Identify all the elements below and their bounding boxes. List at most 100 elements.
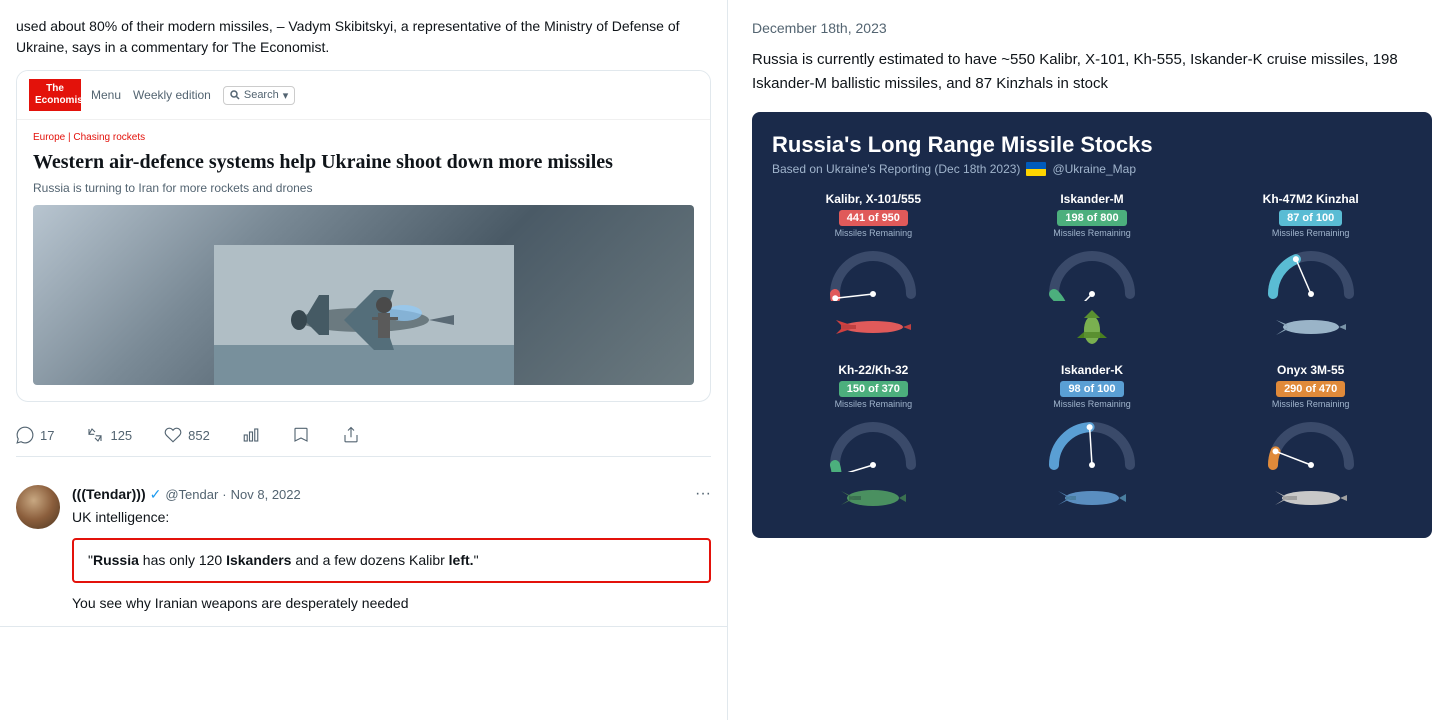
second-tweet: (((Tendar))) ✓ @Tendar · Nov 8, 2022 ···… — [0, 473, 727, 627]
gauge-chart — [823, 417, 923, 472]
missile-image — [833, 478, 913, 518]
infographic-subtitle: Based on Ukraine's Reporting (Dec 18th 2… — [772, 162, 1412, 176]
missile-item: Iskander-K 98 of 100 Missiles Remaining — [991, 363, 1194, 518]
article-title[interactable]: Western air-defence systems help Ukraine… — [33, 149, 694, 175]
heart-icon — [164, 426, 182, 444]
retweet-action[interactable]: 125 — [86, 426, 132, 444]
views-action[interactable] — [242, 426, 260, 444]
economist-embed-card: The Economist Menu Weekly edition Search… — [16, 70, 711, 402]
missile-badge: 441 of 950 — [839, 210, 908, 226]
tweet-handle: @Tendar — [165, 487, 218, 502]
missile-item: Iskander-M 198 of 800 Missiles Remaining — [991, 192, 1194, 347]
missile-name: Kh-47M2 Kinzhal — [1263, 192, 1359, 206]
bold-left: left. — [449, 552, 474, 568]
missile-name: Onyx 3M-55 — [1277, 363, 1344, 377]
right-description: Russia is currently estimated to have ~5… — [752, 48, 1432, 96]
tweet-author: (((Tendar))) — [72, 486, 146, 502]
retweet-count: 125 — [110, 428, 132, 443]
missile-name: Iskander-M — [1060, 192, 1123, 206]
gauge-svg — [1042, 417, 1142, 472]
missile-grid: Kalibr, X-101/555 441 of 950 Missiles Re… — [772, 192, 1412, 518]
tweet-avatar — [16, 485, 60, 529]
nav-edition[interactable]: Weekly edition — [133, 88, 211, 102]
missile-item: Kalibr, X-101/555 441 of 950 Missiles Re… — [772, 192, 975, 347]
missiles-remaining-label: Missiles Remaining — [1272, 228, 1350, 238]
missile-image — [1052, 478, 1132, 518]
gauge-chart — [1261, 246, 1361, 301]
left-panel: used about 80% of their modern missiles,… — [0, 0, 728, 720]
missile-infographic: Russia's Long Range Missile Stocks Based… — [752, 112, 1432, 538]
tweet-bottom-text: You see why Iranian weapons are desperat… — [72, 593, 711, 614]
missile-image — [1271, 307, 1351, 347]
missiles-remaining-label: Missiles Remaining — [835, 228, 913, 238]
missile-item: Kh-22/Kh-32 150 of 370 Missiles Remainin… — [772, 363, 975, 518]
missile-name: Kalibr, X-101/555 — [826, 192, 921, 206]
embed-nav: Menu Weekly edition Search ▾ — [91, 86, 295, 105]
article-subtitle: Russia is turning to Iran for more rocke… — [33, 181, 694, 195]
missile-badge: 198 of 800 — [1057, 210, 1126, 226]
gauge-svg — [1261, 246, 1361, 301]
tweet-label: UK intelligence: — [72, 507, 711, 528]
infographic-title: Russia's Long Range Missile Stocks — [772, 132, 1412, 158]
gauge-svg — [823, 417, 923, 472]
reply-count: 17 — [40, 428, 54, 443]
reply-action[interactable]: 17 — [16, 426, 54, 444]
jet-image-svg — [214, 245, 514, 385]
like-action[interactable]: 852 — [164, 426, 210, 444]
bold-iskanders: Iskanders — [226, 552, 291, 568]
gauge-svg — [1261, 417, 1361, 472]
tweet-intro-text: used about 80% of their modern missiles,… — [16, 16, 711, 58]
right-date: December 18th, 2023 — [752, 20, 1432, 36]
top-tweet-section: used about 80% of their modern missiles,… — [0, 0, 727, 457]
ukraine-flag-icon — [1026, 162, 1046, 176]
missile-item: Onyx 3M-55 290 of 470 Missiles Remaining — [1209, 363, 1412, 518]
right-panel: December 18th, 2023 Russia is currently … — [728, 0, 1456, 720]
missile-badge: 87 of 100 — [1279, 210, 1342, 226]
economist-logo: The Economist — [29, 79, 81, 111]
share-action[interactable] — [342, 426, 360, 444]
gauge-chart — [823, 246, 923, 301]
like-count: 852 — [188, 428, 210, 443]
missile-badge: 150 of 370 — [839, 381, 908, 397]
missiles-remaining-label: Missiles Remaining — [1053, 399, 1131, 409]
bookmark-icon — [292, 426, 310, 444]
bookmark-action[interactable] — [292, 426, 310, 444]
gauge-chart — [1042, 246, 1142, 301]
missile-image — [1271, 478, 1351, 518]
gauge-chart — [1042, 417, 1142, 472]
missile-image — [833, 307, 913, 347]
missiles-remaining-label: Missiles Remaining — [1272, 399, 1350, 409]
embed-header: The Economist Menu Weekly edition Search… — [17, 71, 710, 120]
tweet-header: (((Tendar))) ✓ @Tendar · Nov 8, 2022 ··· — [72, 485, 711, 503]
tweet-date: Nov 8, 2022 — [231, 487, 301, 502]
missile-name: Iskander-K — [1061, 363, 1123, 377]
embed-article: Europe | Chasing rockets Western air-def… — [17, 120, 710, 401]
avatar-image — [16, 485, 60, 529]
search-icon — [230, 90, 240, 100]
nav-search-box[interactable]: Search ▾ — [223, 86, 295, 105]
reply-icon — [16, 426, 34, 444]
verified-badge: ✓ — [150, 486, 162, 503]
missiles-remaining-label: Missiles Remaining — [1053, 228, 1131, 238]
tweet-actions: 17 125 852 — [16, 414, 711, 457]
retweet-icon — [86, 426, 104, 444]
missile-item: Kh-47M2 Kinzhal 87 of 100 Missiles Remai… — [1209, 192, 1412, 347]
article-image — [33, 205, 694, 385]
article-breadcrumb: Europe | Chasing rockets — [33, 132, 694, 143]
gauge-svg — [1042, 246, 1142, 301]
missile-image — [1052, 307, 1132, 347]
more-options-icon[interactable]: ··· — [695, 485, 711, 503]
gauge-svg — [823, 246, 923, 301]
gauge-chart — [1261, 417, 1361, 472]
missiles-remaining-label: Missiles Remaining — [835, 399, 913, 409]
tweet-content: (((Tendar))) ✓ @Tendar · Nov 8, 2022 ···… — [72, 485, 711, 614]
missile-badge: 290 of 470 — [1276, 381, 1345, 397]
highlight-quote-box: "Russia has only 120 Iskanders and a few… — [72, 538, 711, 583]
missile-badge: 98 of 100 — [1060, 381, 1123, 397]
dot-separator: · — [222, 487, 226, 502]
share-icon — [342, 426, 360, 444]
chart-icon — [242, 426, 260, 444]
nav-menu[interactable]: Menu — [91, 88, 121, 102]
missile-name: Kh-22/Kh-32 — [838, 363, 908, 377]
bold-russia: Russia — [93, 552, 139, 568]
